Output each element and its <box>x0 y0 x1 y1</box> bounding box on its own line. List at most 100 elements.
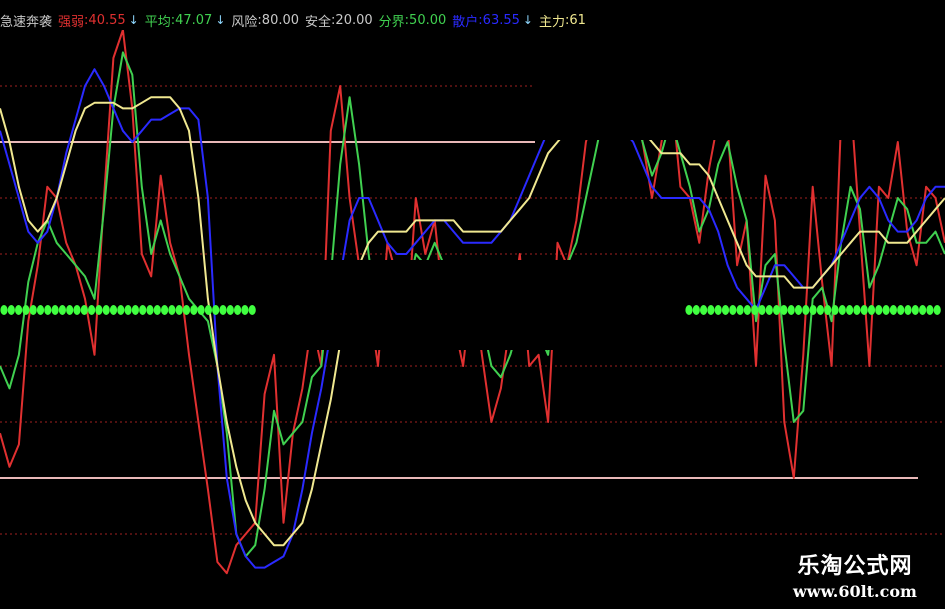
boundary-dot <box>234 305 242 315</box>
legend-item-value: 47.07 <box>175 12 213 28</box>
boundary-dot <box>897 305 905 315</box>
legend-item-label: 主力 <box>538 14 565 30</box>
boundary-dot <box>721 305 730 315</box>
boundary-dot <box>889 305 898 315</box>
boundary-dot <box>743 305 752 315</box>
boundary-dot <box>131 305 139 315</box>
boundary-dot <box>51 305 59 315</box>
boundary-dot <box>736 305 744 315</box>
legend-item: 主力: 61 <box>539 11 586 30</box>
boundary-dot <box>204 305 212 315</box>
legend-item-label: 安全 <box>305 14 332 30</box>
legend-item-label: 风险 <box>231 14 258 30</box>
legend-item: 安全: 20.00 <box>305 11 373 30</box>
watermark-url: www.60lt.com <box>793 582 917 601</box>
boundary-dot <box>846 305 854 315</box>
boundary-dot <box>860 305 868 315</box>
legend-item: 散户: 63.55 ↓ <box>452 11 533 30</box>
boundary-dot <box>168 305 176 315</box>
boundary-dot <box>875 305 883 315</box>
indicator-chart <box>0 0 945 575</box>
boundary-dot <box>22 305 30 315</box>
mask-block <box>535 0 945 140</box>
boundary-dot <box>700 305 708 315</box>
boundary-dot <box>80 305 88 315</box>
boundary-dot <box>197 305 205 315</box>
boundary-dot <box>95 305 103 315</box>
legend-item-label: 散户 <box>452 14 479 30</box>
legend-item-label: 平均 <box>144 14 171 30</box>
boundary-dot <box>66 305 74 315</box>
boundary-dot <box>831 305 839 315</box>
boundary-dot <box>751 305 759 315</box>
boundary-dot <box>714 305 722 315</box>
watermark-title: 乐淘公式网 <box>797 554 913 579</box>
boundary-dot <box>117 305 125 315</box>
indicator-legend: 急速奔袭 强弱: 40.55 ↓ 平均: 47.07 ↓ 风险: 80.00 安全: 20… <box>0 10 592 30</box>
boundary-dot <box>175 305 183 315</box>
boundary-dot <box>146 305 154 315</box>
boundary-dot <box>219 305 227 315</box>
boundary-dot <box>58 305 66 315</box>
boundary-dot <box>809 305 817 315</box>
boundary-dot <box>867 305 876 315</box>
boundary-dot <box>780 305 788 315</box>
boundary-dot <box>933 305 941 315</box>
watermark: 乐淘公式网 www.60lt.com <box>775 548 935 601</box>
boundary-dot <box>773 305 781 315</box>
legend-item: 风险: 80.00 <box>231 11 299 30</box>
boundary-dot <box>794 305 803 315</box>
legend-item: 分界: 50.00 <box>379 11 447 30</box>
down-arrow-icon: ↓ <box>128 13 139 27</box>
boundary-dot <box>919 305 927 315</box>
boundary-dot <box>685 305 693 315</box>
boundary-dot <box>765 305 773 315</box>
boundary-dot <box>36 305 45 315</box>
legend-item: 强弱: 40.55 ↓ <box>58 11 139 30</box>
boundary-dot <box>15 305 23 315</box>
boundary-dot <box>824 305 832 315</box>
boundary-dot <box>7 305 15 315</box>
legend-item: 平均: 47.07 ↓ <box>145 11 226 30</box>
mask-block <box>560 260 690 360</box>
boundary-dot <box>226 305 234 315</box>
boundary-dot <box>124 305 132 315</box>
boundary-dot <box>692 305 700 315</box>
boundary-dot <box>182 305 191 315</box>
down-arrow-icon: ↓ <box>522 13 533 27</box>
boundary-dot <box>248 305 256 315</box>
boundary-dot <box>190 305 198 315</box>
legend-item-value: 20.00 <box>335 12 373 28</box>
boundary-dot <box>707 305 715 315</box>
boundary-dot <box>802 305 810 315</box>
boundary-dot <box>787 305 795 315</box>
boundary-dot <box>102 305 110 315</box>
boundary-dot <box>139 305 147 315</box>
boundary-dot <box>212 305 220 315</box>
boundary-dot <box>904 305 912 315</box>
boundary-dot <box>816 305 825 315</box>
boundary-dot <box>911 305 919 315</box>
boundary-dot <box>44 305 52 315</box>
boundary-dot <box>73 305 81 315</box>
boundary-dot <box>88 305 96 315</box>
boundary-dot <box>153 305 161 315</box>
legend-item-value: 61 <box>569 12 586 28</box>
boundary-dot <box>882 305 890 315</box>
legend-item-value: 50.00 <box>409 12 447 28</box>
boundary-dot <box>838 305 846 315</box>
legend-item-value: 40.55 <box>88 12 126 28</box>
boundary-dot <box>853 305 861 315</box>
legend-item-value: 80.00 <box>261 12 300 28</box>
boundary-dot <box>0 305 8 315</box>
boundary-dot <box>109 305 118 315</box>
boundary-dot <box>729 305 737 315</box>
legend-item-label: 分界 <box>378 14 405 30</box>
boundary-dot <box>926 305 934 315</box>
legend-item-label: 强弱 <box>58 14 85 30</box>
legend-items: 强弱: 40.55 ↓ 平均: 47.07 ↓ 风险: 80.00 安全: 20.00 分界… <box>58 11 592 30</box>
legend-item-value: 63.55 <box>482 12 520 28</box>
boundary-dot <box>241 305 249 315</box>
down-arrow-icon: ↓ <box>215 13 226 27</box>
boundary-dot <box>758 305 766 315</box>
